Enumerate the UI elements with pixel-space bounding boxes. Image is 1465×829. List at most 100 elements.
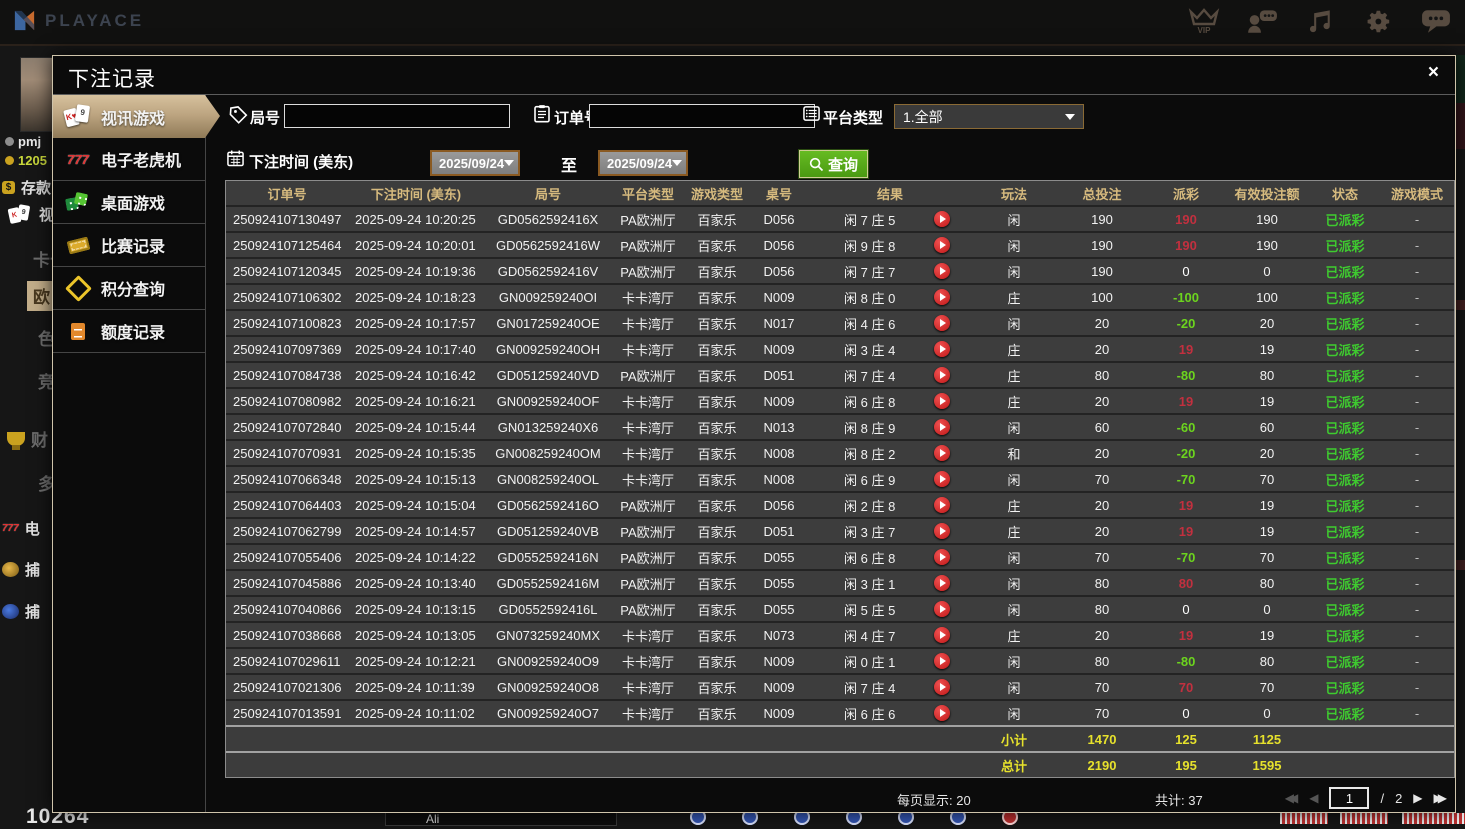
dialog-title: 下注记录 — [68, 68, 156, 91]
cell-game: 百家乐 — [684, 647, 750, 674]
cell-round: GD0562592416V — [484, 257, 612, 284]
cell-table: D056 — [750, 205, 808, 232]
table-row: 250924107038668 2025-09-24 10:13:05 GN0732… — [226, 621, 1454, 648]
cell-table: D051 — [750, 517, 808, 544]
cell-valid_bet: 70 — [1224, 465, 1310, 492]
pagination-bar: 每页显示: 20 共计: 37 ◀◀ ◀ / 2 ▶ ▶▶ — [225, 784, 1453, 812]
play-replay-button[interactable] — [934, 445, 950, 461]
result-score: 闲 3 庄 4 — [844, 342, 896, 358]
play-replay-button[interactable] — [934, 367, 950, 383]
cell-total_bet: 20 — [1056, 439, 1148, 466]
settings-gear-icon[interactable] — [1361, 7, 1395, 35]
play-replay-button[interactable] — [934, 653, 950, 669]
cell-table: D056 — [750, 257, 808, 284]
cell-bet_on: 庄 — [972, 361, 1056, 388]
first-page-icon[interactable]: ◀◀ — [1285, 788, 1299, 808]
play-replay-button[interactable] — [934, 549, 950, 565]
date-to-select[interactable]: 2025/09/24 — [598, 150, 688, 176]
sidebar-tab-points-query[interactable]: 积分查询 — [53, 267, 206, 310]
prev-page-icon[interactable]: ◀ — [1309, 788, 1318, 808]
play-icon — [940, 553, 946, 561]
sidebar-tab-video-games[interactable]: K♥ 9 视讯游戏 — [53, 95, 220, 138]
sidebar-tab-match-records[interactable]: 比赛记录 — [53, 224, 206, 267]
play-replay-button[interactable] — [934, 497, 950, 513]
cell-payout: -70 — [1148, 465, 1224, 492]
play-replay-button[interactable] — [934, 705, 950, 721]
customer-service-icon[interactable] — [1245, 7, 1279, 35]
cell-game: 百家乐 — [684, 465, 750, 492]
play-replay-button[interactable] — [934, 263, 950, 279]
cell-mode: - — [1380, 413, 1454, 440]
cell-platform: PA欧洲厅 — [612, 491, 684, 518]
play-replay-button[interactable] — [934, 575, 950, 591]
balance: 1205 — [5, 153, 47, 168]
table-row: 250924107106302 2025-09-24 10:18:23 GN0092… — [226, 283, 1454, 310]
cell-round: GD0562592416X — [484, 205, 612, 232]
slot-777-icon: 777 — [2, 523, 19, 534]
cell-bet_on: 闲 — [972, 231, 1056, 258]
cell-order: 250924107070931 — [226, 439, 348, 466]
column-header-table: 桌号 — [750, 181, 808, 206]
play-replay-button[interactable] — [934, 601, 950, 617]
column-header-result: 结果 — [808, 181, 972, 206]
cell-total_bet: 20 — [1056, 335, 1148, 362]
cell-result: 闲 2 庄 8 — [808, 491, 972, 518]
cell-platform: PA欧洲厅 — [612, 517, 684, 544]
platform-select[interactable]: 1.全部 — [894, 104, 1084, 129]
close-icon[interactable]: × — [1428, 62, 1439, 84]
cell-round: GN017259240OE — [484, 309, 612, 336]
cell-status: 已派彩 — [1310, 387, 1380, 414]
cell-result: 闲 4 庄 6 — [808, 309, 972, 336]
cell-platform: 卡卡湾厅 — [612, 465, 684, 492]
cell-status: 已派彩 — [1310, 621, 1380, 648]
sidebar-tab-slots[interactable]: 777 电子老虎机 — [53, 138, 206, 181]
last-page-icon[interactable]: ▶▶ — [1434, 788, 1448, 808]
cell-order: 250924107045886 — [226, 569, 348, 596]
date-from-select[interactable]: 2025/09/24 — [430, 150, 520, 176]
play-replay-button[interactable] — [934, 393, 950, 409]
table-row: 250924107130497 2025-09-24 10:20:25 GD0562… — [226, 205, 1454, 232]
cell-status: 已派彩 — [1310, 335, 1380, 362]
play-replay-button[interactable] — [934, 211, 950, 227]
music-icon[interactable] — [1303, 7, 1337, 35]
cell-result: 闲 4 庄 7 — [808, 621, 972, 648]
table-row: 250924107097369 2025-09-24 10:17:40 GN0092… — [226, 335, 1454, 362]
play-replay-button[interactable] — [934, 289, 950, 305]
search-button[interactable]: 查询 — [797, 149, 870, 179]
cell-round: GN009259240OH — [484, 335, 612, 362]
cell-payout: 70 — [1148, 673, 1224, 700]
play-replay-button[interactable] — [934, 679, 950, 695]
total-valid-bet: 1595 — [1224, 751, 1310, 777]
sidebar-tab-table-games[interactable]: 桌面游戏 — [53, 181, 206, 224]
sidebar-tab-label: 视讯游戏 — [101, 110, 166, 128]
cell-table: N008 — [750, 465, 808, 492]
play-replay-button[interactable] — [934, 419, 950, 435]
play-replay-button[interactable] — [934, 341, 950, 357]
cell-total_bet: 70 — [1056, 543, 1148, 570]
total-pages: 2 — [1395, 790, 1403, 806]
play-replay-button[interactable] — [934, 237, 950, 253]
play-icon — [940, 319, 946, 327]
vip-icon[interactable]: VIP — [1187, 7, 1221, 35]
play-replay-button[interactable] — [934, 471, 950, 487]
sidebar-tab-quota-records[interactable]: 额度记录 — [53, 310, 206, 353]
play-replay-button[interactable] — [934, 523, 950, 539]
play-replay-button[interactable] — [934, 627, 950, 643]
cell-valid_bet: 19 — [1224, 517, 1310, 544]
round-input[interactable] — [284, 104, 510, 128]
next-page-icon[interactable]: ▶ — [1413, 788, 1422, 808]
play-replay-button[interactable] — [934, 315, 950, 331]
play-icon — [940, 241, 946, 249]
page-slash: / — [1380, 790, 1385, 806]
cell-time: 2025-09-24 10:13:40 — [348, 569, 484, 596]
chat-icon[interactable] — [1419, 7, 1453, 35]
order-input[interactable] — [589, 104, 815, 128]
cell-status: 已派彩 — [1310, 439, 1380, 466]
play-icon — [940, 579, 946, 587]
subtotal-label: 小计 — [972, 725, 1056, 752]
cell-time: 2025-09-24 10:20:01 — [348, 231, 484, 258]
result-score: 闲 8 庄 2 — [844, 446, 896, 462]
cell-payout: 19 — [1148, 517, 1224, 544]
page-number-input[interactable] — [1329, 787, 1370, 809]
cell-valid_bet: 60 — [1224, 413, 1310, 440]
